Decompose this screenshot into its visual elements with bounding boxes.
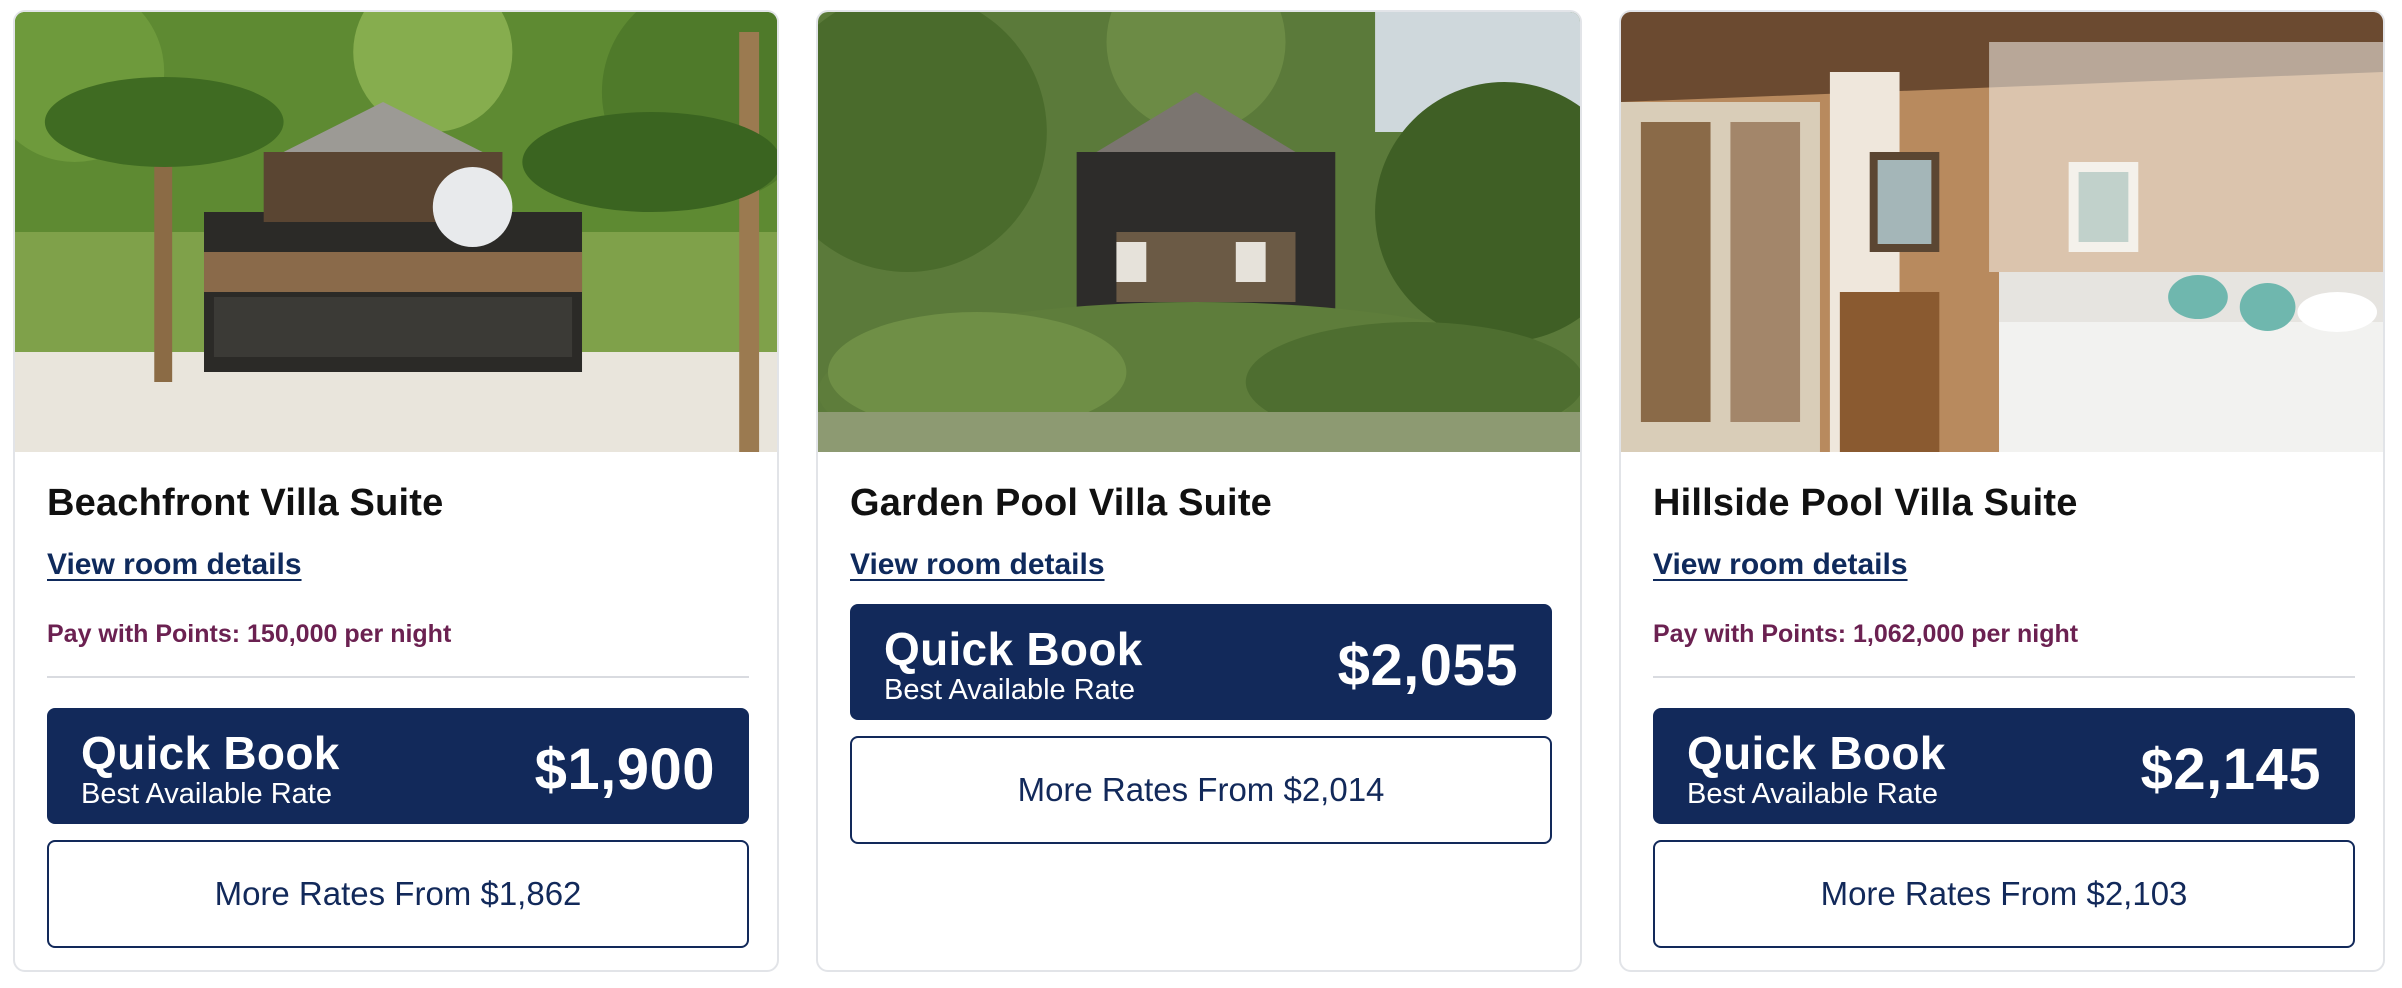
more-rates-button[interactable]: More Rates From $2,103: [1653, 840, 2355, 948]
quick-book-button[interactable]: Quick Book Best Available Rate $1,900: [47, 708, 749, 824]
room-card: Hillside Pool Villa Suite View room deta…: [1619, 10, 2385, 972]
quick-book-price: $2,145: [2140, 737, 2321, 802]
best-available-rate-label: Best Available Rate: [884, 674, 1135, 706]
best-available-rate-label: Best Available Rate: [81, 778, 332, 810]
room-title: Beachfront Villa Suite: [47, 482, 444, 524]
quick-book-button[interactable]: Quick Book Best Available Rate $2,145: [1653, 708, 2355, 824]
points-price-text: Pay with Points: 150,000 per night: [47, 620, 452, 648]
best-available-rate-label: Best Available Rate: [1687, 778, 1938, 810]
beachfront-villa-image: [15, 12, 777, 452]
room-photo[interactable]: [15, 12, 777, 452]
garden-pool-villa-image: [818, 12, 1580, 452]
room-title: Garden Pool Villa Suite: [850, 482, 1273, 524]
more-rates-button[interactable]: More Rates From $1,862: [47, 840, 749, 948]
points-price-text: Pay with Points: 1,062,000 per night: [1653, 620, 2079, 648]
divider: [47, 676, 749, 678]
view-room-details-link[interactable]: View room details: [850, 548, 1105, 582]
divider: [1653, 676, 2355, 678]
room-photo[interactable]: [1621, 12, 2383, 452]
room-photo[interactable]: [818, 12, 1580, 452]
quick-book-price: $1,900: [534, 737, 715, 802]
view-room-details-link[interactable]: View room details: [47, 548, 302, 582]
room-card: Beachfront Villa Suite View room details…: [13, 10, 779, 972]
quick-book-button[interactable]: Quick Book Best Available Rate $2,055: [850, 604, 1552, 720]
quick-book-label: Quick Book: [81, 727, 340, 779]
quick-book-label: Quick Book: [1687, 727, 1946, 779]
hillside-pool-villa-image: [1621, 12, 2383, 452]
quick-book-label: Quick Book: [884, 623, 1143, 675]
room-card: Garden Pool Villa Suite View room detail…: [816, 10, 1582, 972]
room-cards: Beachfront Villa Suite View room details…: [0, 0, 2402, 988]
room-title: Hillside Pool Villa Suite: [1653, 482, 2078, 524]
view-room-details-link[interactable]: View room details: [1653, 548, 1908, 582]
quick-book-price: $2,055: [1337, 633, 1518, 698]
more-rates-button[interactable]: More Rates From $2,014: [850, 736, 1552, 844]
